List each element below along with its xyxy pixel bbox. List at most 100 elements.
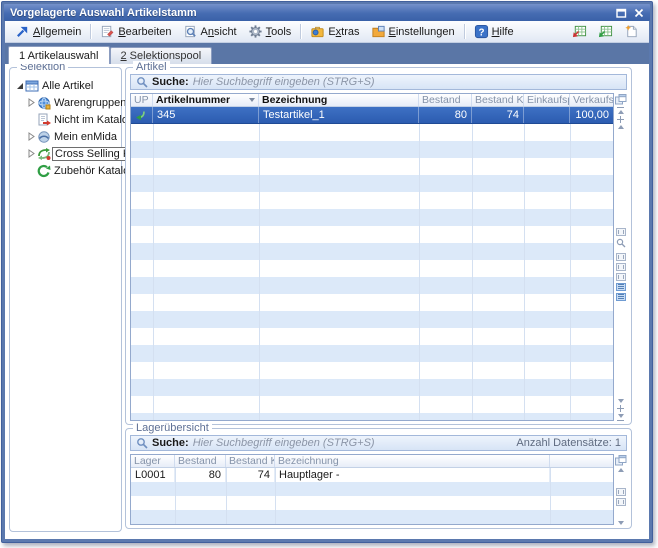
enmida-globe-icon bbox=[36, 130, 52, 144]
selektion-panel: Selektion Alle Artikel bbox=[9, 67, 122, 532]
expander-collapsed-icon[interactable] bbox=[26, 98, 36, 107]
column-header-lager[interactable]: Lager bbox=[131, 455, 175, 467]
window-title: Vorgelagerte Auswahl Artikelstamm bbox=[10, 7, 197, 19]
not-in-catalog-icon bbox=[36, 113, 52, 127]
cell-lager: L0001 bbox=[131, 468, 175, 482]
svg-text:?: ? bbox=[478, 27, 484, 38]
menu-tools[interactable]: Tools bbox=[243, 23, 297, 40]
tree-item-cross-selling-katalog[interactable]: Cross Selling Katalog bbox=[10, 145, 121, 162]
table-import-icon bbox=[572, 24, 587, 39]
scroll-first-icon[interactable] bbox=[618, 110, 624, 114]
scroll-down-icon[interactable] bbox=[618, 399, 624, 403]
table-icon bbox=[24, 79, 40, 93]
menu-extras[interactable]: Extras bbox=[305, 23, 364, 40]
restore-window-icon[interactable] bbox=[616, 8, 627, 18]
toolbar-separator bbox=[300, 24, 301, 39]
filter-row-icon[interactable] bbox=[616, 253, 626, 261]
column-header-verkaufspreis[interactable]: Verkaufspreis bbox=[570, 94, 613, 106]
table-import-button[interactable] bbox=[567, 23, 592, 40]
menu-allgemein[interactable]: Allgemein bbox=[10, 23, 86, 40]
column-header-up[interactable]: UP bbox=[131, 94, 153, 106]
title-bar[interactable]: Vorgelagerte Auswahl Artikelstamm bbox=[4, 4, 650, 21]
new-document-icon bbox=[624, 24, 639, 39]
column-header-bestand-kalk[interactable]: Bestand Kalk. bbox=[472, 94, 524, 106]
cell-bezeichnung: Testartikel_1 bbox=[259, 107, 419, 123]
menu-extras-label: Extras bbox=[328, 26, 359, 38]
cross-selling-icon bbox=[36, 147, 52, 161]
fixed-columns-icon[interactable] bbox=[616, 488, 626, 496]
tree-item-label: Nicht im Katalog bbox=[52, 114, 136, 126]
expand-icon[interactable] bbox=[617, 116, 624, 123]
column-header-bezeichnung[interactable]: Bezeichnung bbox=[275, 455, 550, 467]
view-compact-icon[interactable] bbox=[616, 283, 626, 291]
menu-einstellungen[interactable]: Einstellungen bbox=[366, 23, 460, 40]
cell-bezeichnung: Hauptlager - bbox=[275, 468, 550, 482]
preview-row-icon[interactable] bbox=[616, 263, 626, 271]
scroll-up-icon[interactable] bbox=[618, 468, 624, 472]
scroll-last-icon[interactable] bbox=[618, 414, 624, 418]
column-header-einkaufspreis[interactable]: Einkaufspreis bbox=[524, 94, 570, 106]
column-header-artikelnummer[interactable]: Artikelnummer bbox=[153, 94, 259, 106]
table-export-button[interactable] bbox=[593, 23, 618, 40]
collapse-icon[interactable] bbox=[617, 405, 624, 412]
menu-hilfe[interactable]: ? Hilfe bbox=[469, 23, 519, 40]
search-label: Suche: bbox=[152, 76, 189, 88]
menu-allgemein-label: Allgemein bbox=[33, 26, 81, 38]
tab-artikelauswahl[interactable]: 1 Artikelauswahl bbox=[8, 46, 110, 64]
menu-ansicht[interactable]: Ansicht bbox=[178, 23, 242, 40]
artikel-row-selected[interactable]: 345 Testartikel_1 80 74 100,00 bbox=[131, 107, 613, 124]
view-magnifier-icon bbox=[183, 24, 198, 39]
edit-notepad-icon bbox=[100, 24, 115, 39]
column-header-bestand[interactable]: Bestand bbox=[175, 455, 226, 467]
column-chooser-icon[interactable] bbox=[615, 94, 627, 105]
column-header-bezeichnung[interactable]: Bezeichnung bbox=[259, 94, 419, 106]
menu-einstellungen-label: Einstellungen bbox=[389, 26, 455, 38]
lager-grid-side-strip bbox=[614, 454, 627, 525]
cell-bestand: 80 bbox=[419, 107, 472, 123]
artikel-panel-title: Artikel bbox=[133, 61, 170, 74]
lager-row[interactable]: L0001 80 74 Hauptlager - bbox=[131, 468, 613, 482]
close-window-icon[interactable] bbox=[634, 8, 644, 18]
group-panel-icon[interactable] bbox=[616, 273, 626, 281]
search-placeholder: Hier Suchbegriff eingeben (STRG+S) bbox=[193, 437, 375, 449]
arrow-up-right-icon bbox=[15, 24, 30, 39]
lager-grid-body[interactable]: L0001 80 74 Hauptlager - bbox=[131, 468, 613, 524]
record-count: Anzahl Datensätze: 1 bbox=[516, 437, 621, 449]
cell-bestand-kalk: 74 bbox=[226, 468, 275, 482]
lager-grid: Lager Bestand Bestand Kalk. Bezeichnung … bbox=[130, 454, 614, 525]
filter-row-icon[interactable] bbox=[616, 498, 626, 506]
lageruebersicht-panel: Lagerübersicht Suche: Hier Suchbegriff e… bbox=[125, 428, 632, 529]
lager-search-input[interactable]: Suche: Hier Suchbegriff eingeben (STRG+S… bbox=[130, 435, 627, 451]
tree-item-alle-artikel[interactable]: Alle Artikel bbox=[10, 77, 121, 94]
table-export-icon bbox=[598, 24, 613, 39]
tree-item-nicht-im-katalog[interactable]: Nicht im Katalog bbox=[10, 111, 121, 128]
column-header-empty bbox=[550, 455, 613, 467]
lager-grid-header: Lager Bestand Bestand Kalk. Bezeichnung bbox=[131, 455, 613, 468]
column-header-bestand[interactable]: Bestand bbox=[419, 94, 472, 106]
scroll-up-icon[interactable] bbox=[618, 125, 624, 129]
column-header-bestand-kalk[interactable]: Bestand Kalk. bbox=[226, 455, 275, 467]
tree-item-mein-enmida[interactable]: Mein enMida bbox=[10, 128, 121, 145]
artikel-search-input[interactable]: Suche: Hier Suchbegriff eingeben (STRG+S… bbox=[130, 74, 627, 90]
search-icon bbox=[136, 437, 148, 449]
artikel-grid-body[interactable]: 345 Testartikel_1 80 74 100,00 bbox=[131, 107, 613, 420]
gear-icon bbox=[248, 24, 263, 39]
search-placeholder: Hier Suchbegriff eingeben (STRG+S) bbox=[193, 76, 375, 88]
search-panel-icon[interactable] bbox=[616, 238, 626, 251]
menu-bearbeiten-label: Bearbeiten bbox=[118, 26, 171, 38]
scroll-down-icon[interactable] bbox=[618, 521, 624, 525]
toolbox-icon bbox=[310, 24, 325, 39]
expander-collapsed-icon[interactable] bbox=[26, 149, 36, 158]
new-document-button[interactable] bbox=[619, 23, 644, 40]
menu-bearbeiten[interactable]: Bearbeiten bbox=[95, 23, 176, 40]
menu-tools-label: Tools bbox=[266, 26, 292, 38]
expander-collapsed-icon[interactable] bbox=[26, 132, 36, 141]
fixed-columns-icon[interactable] bbox=[616, 228, 626, 236]
view-detailed-icon[interactable] bbox=[616, 293, 626, 301]
tree-item-label: Mein enMida bbox=[52, 131, 119, 143]
tree-item-zubehoer-katalog[interactable]: Zubehör Katalog bbox=[10, 162, 121, 179]
cell-bestand-kalk: 74 bbox=[472, 107, 524, 123]
column-chooser-icon[interactable] bbox=[615, 455, 627, 466]
expander-expanded-icon[interactable] bbox=[14, 81, 24, 90]
tree-item-warengruppen[interactable]: Warengruppen bbox=[10, 94, 121, 111]
